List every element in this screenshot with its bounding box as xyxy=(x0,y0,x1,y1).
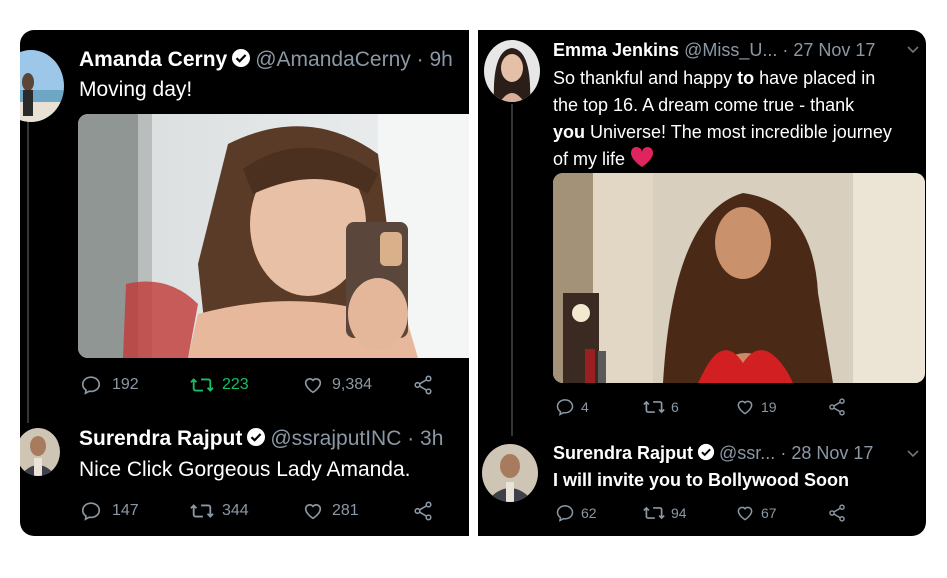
tweet-header: Emma Jenkins @Miss_U... · 27 Nov 17 xyxy=(553,40,875,61)
author-handle[interactable]: @AmandaCerny xyxy=(255,48,411,71)
reply-icon xyxy=(80,374,102,396)
like-count: 19 xyxy=(761,399,777,415)
like-button[interactable]: 281 xyxy=(302,500,412,522)
retweet-button[interactable]: 223 xyxy=(190,374,302,396)
share-icon xyxy=(827,397,847,417)
share-button[interactable] xyxy=(412,500,434,522)
share-button[interactable] xyxy=(827,397,847,417)
tweet-text-line: So thankful and happy to have placed in xyxy=(553,65,923,92)
retweet-count: 94 xyxy=(671,505,687,521)
verified-badge-icon xyxy=(246,427,266,453)
thread-line xyxy=(27,118,29,423)
tweet-header: Amanda Cerny @AmandaCerny · 9h xyxy=(79,48,453,74)
tweet-photo[interactable] xyxy=(78,114,469,358)
author-name[interactable]: Surendra Rajput xyxy=(553,443,693,463)
reply-button[interactable]: 147 xyxy=(80,500,190,522)
timestamp[interactable]: · 27 Nov 17 xyxy=(782,40,875,60)
like-count: 67 xyxy=(761,505,777,521)
author-name[interactable]: Emma Jenkins xyxy=(553,40,679,60)
reply-icon xyxy=(555,397,575,417)
text-segment: Universe! The most incredible journey xyxy=(585,122,892,142)
heart-icon xyxy=(302,500,324,522)
tweet-header: Surendra Rajput @ssr... · 28 Nov 17 xyxy=(553,443,873,466)
like-count: 281 xyxy=(332,502,359,519)
author-handle[interactable]: @ssrajputINC xyxy=(270,427,401,450)
text-segment: of my life xyxy=(553,149,626,169)
share-button[interactable] xyxy=(827,503,847,523)
share-icon xyxy=(827,503,847,523)
thread-line xyxy=(511,104,513,436)
chevron-down-icon[interactable] xyxy=(906,446,920,465)
reply-count: 62 xyxy=(581,505,597,521)
amanda-avatar[interactable] xyxy=(20,50,64,122)
like-button[interactable]: 9,384 xyxy=(302,374,412,396)
surendra-avatar[interactable] xyxy=(20,428,60,476)
text-segment-bold: to xyxy=(737,68,755,88)
tweet-actions: 147 344 281 xyxy=(80,500,434,522)
emma-avatar[interactable] xyxy=(484,40,540,102)
text-segment-bold: you xyxy=(553,122,586,142)
left-screenshot: Amanda Cerny @AmandaCerny · 9h Moving day… xyxy=(20,30,469,536)
heart-icon xyxy=(735,397,755,417)
like-button[interactable]: 67 xyxy=(735,503,827,523)
tweet-text-line: you Universe! The most incredible journe… xyxy=(553,119,923,146)
author-name[interactable]: Surendra Rajput xyxy=(79,427,242,450)
author-name[interactable]: Amanda Cerny xyxy=(79,48,227,71)
tweet-text: Moving day! xyxy=(79,78,193,101)
timestamp[interactable]: · 28 Nov 17 xyxy=(780,443,873,463)
tweet-text: So thankful and happy to have placed in … xyxy=(553,65,923,176)
tweet-header: Surendra Rajput @ssrajputINC · 3h xyxy=(79,427,443,453)
verified-badge-icon xyxy=(231,48,251,74)
retweet-count: 344 xyxy=(222,502,249,519)
reply-button[interactable]: 4 xyxy=(555,397,643,417)
retweet-count: 6 xyxy=(671,399,679,415)
retweet-button[interactable]: 344 xyxy=(190,500,302,522)
heart-icon xyxy=(302,374,324,396)
verified-badge-icon xyxy=(697,443,715,466)
tweet-text: I will invite you to Bollywood Soon xyxy=(553,470,849,490)
text-segment: have placed in xyxy=(754,68,876,88)
reply-icon xyxy=(555,503,575,523)
timestamp[interactable]: · 9h xyxy=(417,48,453,71)
chevron-down-icon[interactable] xyxy=(906,42,920,61)
author-handle[interactable]: @ssr... xyxy=(719,443,775,463)
tweet-photo[interactable] xyxy=(553,173,925,383)
retweet-button[interactable]: 94 xyxy=(643,503,735,523)
author-handle[interactable]: @Miss_U... xyxy=(684,40,777,60)
reply-button[interactable]: 62 xyxy=(555,503,643,523)
reply-count: 4 xyxy=(581,399,589,415)
surendra-avatar[interactable] xyxy=(482,444,538,502)
tweet-actions: 4 6 19 xyxy=(555,397,847,417)
reply-count: 192 xyxy=(112,376,139,393)
reply-icon xyxy=(80,500,102,522)
tweet-text: Nice Click Gorgeous Lady Amanda. xyxy=(79,458,411,481)
retweet-count: 223 xyxy=(222,376,249,393)
retweet-icon xyxy=(190,374,214,396)
reply-button[interactable]: 192 xyxy=(80,374,190,396)
tweet-actions: 62 94 67 xyxy=(555,503,847,523)
like-button[interactable]: 19 xyxy=(735,397,827,417)
retweet-icon xyxy=(643,397,665,417)
like-count: 9,384 xyxy=(332,376,373,393)
retweet-button[interactable]: 6 xyxy=(643,397,735,417)
heart-icon xyxy=(735,503,755,523)
share-icon xyxy=(412,374,434,396)
text-segment: So thankful and happy xyxy=(553,68,738,88)
retweet-icon xyxy=(643,503,665,523)
retweet-icon xyxy=(190,500,214,522)
share-icon xyxy=(412,500,434,522)
red-heart-emoji-icon xyxy=(630,146,654,172)
tweet-actions: 192 223 9,384 xyxy=(80,374,434,396)
right-screenshot: Emma Jenkins @Miss_U... · 27 Nov 17 So t… xyxy=(478,30,926,536)
share-button[interactable] xyxy=(412,374,434,396)
tweet-text-line: the top 16. A dream come true - thank xyxy=(553,95,855,115)
tweet-text-line: of my life xyxy=(553,146,923,176)
timestamp[interactable]: · 3h xyxy=(407,427,443,450)
reply-count: 147 xyxy=(112,502,139,519)
